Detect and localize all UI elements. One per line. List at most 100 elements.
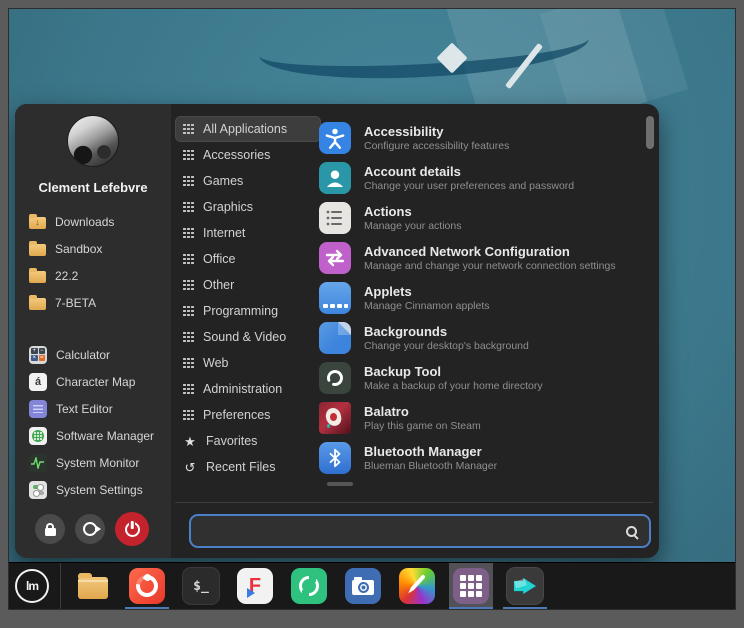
category-graphics[interactable]: Graphics: [175, 194, 321, 220]
app-item-backgrounds[interactable]: BackgroundsChange your desktop's backgro…: [319, 318, 641, 358]
system-monitor-icon: [29, 454, 47, 472]
shutdown-button[interactable]: [115, 512, 149, 546]
sidebar-item-text-editor[interactable]: Text Editor: [29, 395, 167, 422]
app-subtitle: Make a backup of your home directory: [364, 380, 543, 392]
app-item-advanced-network-configuration[interactable]: Advanced Network ConfigurationManage and…: [319, 238, 641, 278]
logout-button[interactable]: [75, 514, 105, 544]
app-item-accessibility[interactable]: AccessibilityConfigure accessibility fea…: [319, 118, 641, 158]
category-label: Programming: [203, 304, 278, 318]
partially-visible-app-item: [327, 482, 353, 486]
app-item-balatro[interactable]: BalatroPlay this game on Steam: [319, 398, 641, 438]
category-favorites[interactable]: ★ Favorites: [175, 428, 321, 454]
app-item-applets[interactable]: AppletsManage Cinnamon applets: [319, 278, 641, 318]
app-subtitle: Change your desktop's background: [364, 340, 529, 352]
taskbar-item-sync-app[interactable]: [287, 563, 331, 610]
search-bar[interactable]: [189, 514, 651, 548]
calculator-icon: +−×=: [29, 346, 47, 364]
cinnamon-menu: Clement Lefebvre Downloads Sandbox 22.2 …: [15, 104, 659, 558]
category-preferences[interactable]: Preferences: [175, 402, 321, 428]
app-item-account-details[interactable]: Account detailsChange your user preferen…: [319, 158, 641, 198]
category-all-applications[interactable]: All Applications: [175, 116, 321, 142]
taskbar-item-file-manager[interactable]: [71, 563, 115, 610]
category-label: Games: [203, 174, 243, 188]
downloads-folder-icon: [29, 217, 46, 229]
software-manager-icon: [29, 427, 47, 445]
category-other[interactable]: Other: [175, 272, 321, 298]
lock-screen-button[interactable]: [35, 514, 65, 544]
category-administration[interactable]: Administration: [175, 376, 321, 402]
sidebar-item-label: 7-BETA: [55, 296, 96, 310]
taskbar-item-firefox[interactable]: [125, 563, 169, 610]
sidebar-item-software-manager[interactable]: Software Manager: [29, 422, 167, 449]
category-label: Office: [203, 252, 235, 266]
grid-icon: [183, 306, 194, 317]
grid-icon: [183, 254, 194, 265]
mint-menu-button[interactable]: lm: [15, 569, 49, 603]
menu-separator: [175, 502, 653, 503]
sidebar-item-sandbox[interactable]: Sandbox: [29, 235, 167, 262]
taskbar-item-screenshot[interactable]: [341, 563, 385, 610]
running-indicator: [125, 607, 169, 610]
taskbar-item-terminal[interactable]: $_: [179, 563, 223, 610]
network-configuration-icon: [319, 242, 351, 274]
category-internet[interactable]: Internet: [175, 220, 321, 246]
sidebar-item-22-2[interactable]: 22.2: [29, 262, 167, 289]
app-subtitle: Configure accessibility features: [364, 140, 509, 152]
backgrounds-icon: [319, 322, 351, 354]
app-title: Accessibility: [364, 124, 509, 139]
sidebar-item-calculator[interactable]: +−×= Calculator: [29, 341, 167, 368]
user-avatar[interactable]: [67, 115, 119, 167]
sidebar-item-7-beta[interactable]: 7-BETA: [29, 289, 167, 316]
app-title: Bluetooth Manager: [364, 444, 497, 459]
sidebar-item-character-map[interactable]: á Character Map: [29, 368, 167, 395]
app-item-actions[interactable]: ActionsManage your actions: [319, 198, 641, 238]
category-label: Graphics: [203, 200, 253, 214]
app-item-backup-tool[interactable]: Backup ToolMake a backup of your home di…: [319, 358, 641, 398]
taskbar-item-teal-arrow-app[interactable]: [503, 563, 547, 610]
taskbar-item-paint-app[interactable]: [395, 563, 439, 610]
recent-files-icon: ↺: [183, 461, 197, 474]
sidebar-item-system-monitor[interactable]: System Monitor: [29, 449, 167, 476]
app-title: Backgrounds: [364, 324, 529, 339]
grid-icon: [183, 358, 194, 369]
taskbar-item-f-app[interactable]: F: [233, 563, 277, 610]
sidebar-item-label: Character Map: [56, 375, 135, 389]
app-item-bluetooth-manager[interactable]: Bluetooth ManagerBlueman Bluetooth Manag…: [319, 438, 641, 478]
search-input[interactable]: [203, 523, 618, 540]
folder-icon: [78, 577, 108, 599]
camera-icon: [345, 568, 381, 604]
actions-icon: [319, 202, 351, 234]
folder-icon: [29, 298, 46, 310]
sidebar-list: Downloads Sandbox 22.2 7-BETA +−×=: [29, 208, 167, 503]
running-indicator: [503, 607, 547, 610]
sidebar-item-label: 22.2: [55, 269, 78, 283]
firefox-icon: [129, 568, 165, 604]
f-letter-app-icon: F: [237, 568, 273, 604]
sidebar-separator: [29, 316, 167, 341]
grid-icon: [183, 124, 194, 135]
sidebar-item-system-settings[interactable]: System Settings: [29, 476, 167, 503]
category-programming[interactable]: Programming: [175, 298, 321, 324]
app-subtitle: Blueman Bluetooth Manager: [364, 460, 497, 472]
category-sound-video[interactable]: Sound & Video: [175, 324, 321, 350]
paintbrush-icon: [410, 574, 426, 591]
desktop: Clement Lefebvre Downloads Sandbox 22.2 …: [8, 8, 736, 610]
app-list-scrollbar[interactable]: [646, 116, 654, 149]
category-accessories[interactable]: Accessories: [175, 142, 321, 168]
category-recent-files[interactable]: ↺ Recent Files: [175, 454, 321, 480]
applets-icon: [319, 282, 351, 314]
sidebar-item-downloads[interactable]: Downloads: [29, 208, 167, 235]
app-title: Backup Tool: [364, 364, 543, 379]
taskbar: lm $_ F: [9, 562, 735, 609]
account-details-icon: [319, 162, 351, 194]
category-games[interactable]: Games: [175, 168, 321, 194]
app-subtitle: Manage and change your network connectio…: [364, 260, 616, 272]
category-office[interactable]: Office: [175, 246, 321, 272]
app-title: Account details: [364, 164, 574, 179]
taskbar-item-app-grid[interactable]: [449, 563, 493, 610]
folder-icon: [29, 271, 46, 283]
app-title: Actions: [364, 204, 461, 219]
bluetooth-icon: [319, 442, 351, 474]
app-subtitle: Change your user preferences and passwor…: [364, 180, 574, 192]
category-web[interactable]: Web: [175, 350, 321, 376]
